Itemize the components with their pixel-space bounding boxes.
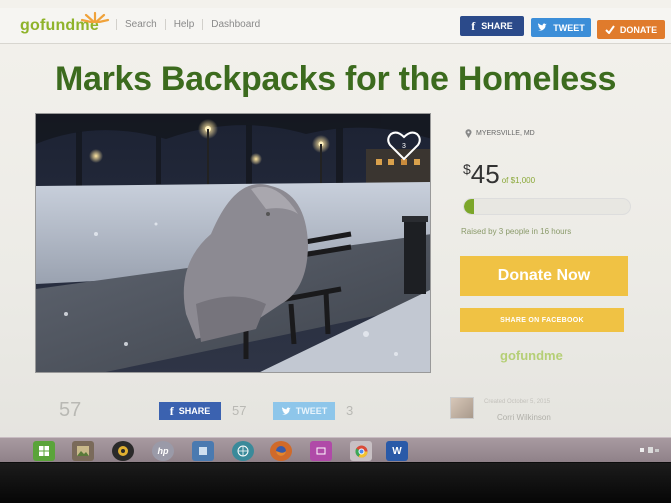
creator-name[interactable]: Corri Wilkinson — [497, 413, 551, 422]
currency-symbol: $ — [463, 161, 471, 177]
system-tray[interactable] — [640, 446, 660, 456]
location-text: MYERSVILLE, MD — [476, 130, 535, 137]
word-icon[interactable]: W — [386, 441, 408, 461]
gofundme-logo[interactable]: gofundme — [20, 11, 110, 35]
funding-progress-bar — [463, 198, 631, 215]
header-donate-label: DONATE — [619, 24, 658, 35]
app-icon[interactable] — [192, 441, 214, 461]
media-icon[interactable] — [112, 441, 134, 461]
footer-share-button[interactable]: f SHARE — [159, 402, 221, 420]
favorite-heart-button[interactable]: 3 — [387, 131, 421, 161]
heart-icon: 3 — [387, 131, 421, 161]
homeless-person-on-bench-image — [36, 114, 430, 372]
shares-count: 57 — [59, 399, 82, 421]
monitor-bezel — [0, 463, 671, 503]
photos-icon[interactable] — [72, 441, 94, 461]
created-date: Created October 5, 2015 — [484, 399, 551, 405]
twitter-bird-icon — [538, 23, 548, 31]
windows-store-icon[interactable] — [33, 441, 55, 461]
location-pin-icon — [465, 129, 472, 138]
nav-help-link[interactable]: Help — [164, 19, 203, 30]
creator-avatar[interactable] — [450, 397, 474, 419]
nav-dashboard-link[interactable]: Dashboard — [202, 19, 268, 30]
tray-icons — [640, 447, 659, 453]
gofundme-footer-logo: gofundme — [500, 348, 563, 363]
raised-amount: 45 — [470, 159, 500, 189]
campaign-location: MYERSVILLE, MD — [465, 129, 535, 138]
raised-note: Raised by 3 people in 16 hours — [461, 227, 572, 236]
nav-search-link[interactable]: Search — [116, 19, 165, 30]
footer-share-label: SHARE — [178, 406, 211, 416]
amount-raised: $ 45 of $1,000 — [463, 159, 535, 190]
network-icon[interactable] — [310, 441, 332, 461]
header-tweet-label: TWEET — [553, 22, 585, 33]
share-on-facebook-button[interactable]: SHARE ON FACEBOOK — [460, 308, 624, 332]
header-donate-button[interactable]: DONATE — [597, 20, 665, 39]
facebook-icon: f — [471, 18, 476, 33]
twitter-bird-icon — [281, 406, 291, 415]
facebook-share-count: 57 — [232, 403, 247, 418]
campaign-title: Marks Backpacks for the Homeless — [54, 60, 617, 98]
progress-fill — [464, 199, 474, 214]
monitor-screen: gofundme Search Help Dashboard f SHARE T… — [0, 0, 671, 462]
chrome-icon[interactable] — [350, 441, 372, 461]
globe-icon[interactable] — [232, 441, 254, 461]
nav-links: Search Help Dashboard — [116, 19, 268, 30]
top-navigation-bar: gofundme Search Help Dashboard f SHARE T… — [0, 8, 671, 44]
checkmark-icon — [605, 25, 615, 34]
header-share-button[interactable]: f SHARE — [460, 16, 524, 36]
windows-taskbar: hp W — [0, 437, 671, 462]
favorite-count: 3 — [402, 143, 406, 150]
goal-text: of $1,000 — [501, 176, 536, 185]
tweet-count: 3 — [346, 403, 354, 418]
logo-sun-icon — [80, 11, 110, 23]
footer-tweet-button[interactable]: TWEET — [273, 402, 335, 420]
facebook-icon: f — [169, 403, 174, 418]
header-tweet-button[interactable]: TWEET — [531, 18, 591, 37]
campaign-photo — [35, 113, 431, 373]
donate-now-button[interactable]: Donate Now — [460, 256, 628, 296]
hp-icon[interactable]: hp — [152, 441, 174, 461]
footer-tweet-label: TWEET — [295, 406, 328, 416]
header-share-label: SHARE — [481, 21, 513, 31]
firefox-icon[interactable] — [270, 441, 292, 461]
